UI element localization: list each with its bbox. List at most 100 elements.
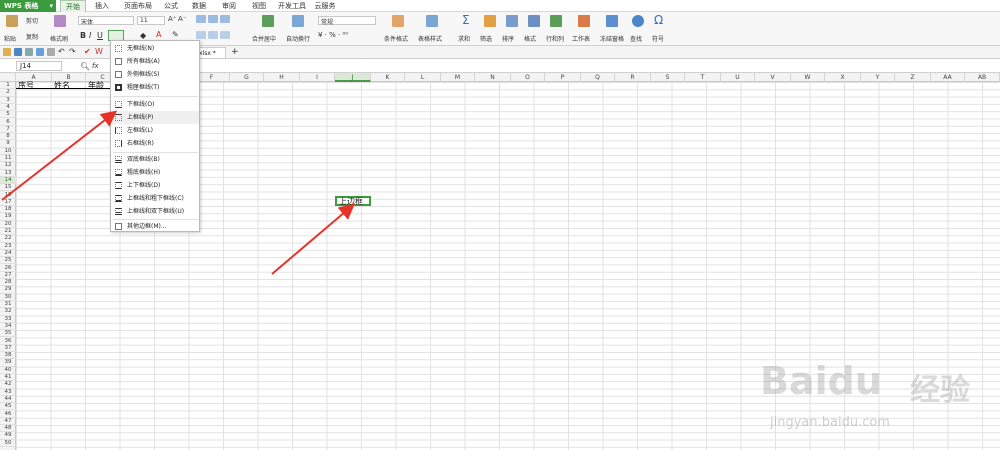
bold-button[interactable]: B — [80, 31, 86, 40]
cut-button[interactable]: 剪切 — [26, 16, 38, 25]
row-header[interactable]: 7 — [0, 126, 16, 134]
column-header[interactable]: U — [721, 73, 755, 82]
tab-view[interactable]: 视图 — [248, 0, 270, 12]
active-cell-j14[interactable]: 上边框 — [335, 196, 371, 206]
underline-button[interactable]: U — [97, 31, 103, 40]
menu-item-bottom-border[interactable]: 下框线(O) — [111, 98, 199, 111]
row-header[interactable]: 28 — [0, 279, 16, 287]
row-header[interactable]: 20 — [0, 221, 16, 228]
menu-item-outside-borders[interactable]: 外侧框线(S) — [111, 68, 199, 81]
font-color-icon[interactable]: A — [156, 30, 161, 39]
font-name-select[interactable]: 宋体 — [78, 16, 134, 26]
column-header-selected[interactable]: J — [335, 73, 371, 82]
column-header[interactable]: I — [300, 73, 335, 82]
row-header[interactable]: 13 — [0, 170, 16, 177]
sort-button[interactable]: 排序 — [502, 34, 514, 43]
row-header[interactable]: 1 — [0, 82, 16, 90]
row-header[interactable]: 29 — [0, 286, 16, 294]
row-header[interactable]: 6 — [0, 119, 16, 126]
menu-item-right-border[interactable]: 右框线(R) — [111, 137, 199, 150]
undo-icon[interactable]: ↶ — [58, 47, 65, 56]
menu-item-left-border[interactable]: 左框线(L) — [111, 124, 199, 137]
decrease-font-icon[interactable]: A⁻ — [178, 15, 186, 23]
column-header[interactable]: G — [230, 73, 264, 82]
document-tab[interactable]: xlsx * — [196, 47, 226, 59]
align-left-icon[interactable] — [196, 31, 206, 39]
worksheet-icon[interactable] — [578, 15, 590, 27]
row-header[interactable]: 9 — [0, 140, 16, 148]
name-box[interactable]: J14 — [16, 61, 62, 71]
menu-item-top-double-bottom-border[interactable]: 上框线和双下框线(U) — [111, 205, 199, 218]
paste-icon[interactable] — [6, 15, 18, 27]
align-right-icon[interactable] — [220, 31, 230, 39]
tab-developer[interactable]: 开发工具 — [276, 0, 308, 12]
column-header[interactable]: AA — [931, 73, 965, 82]
conditional-format-icon[interactable] — [392, 15, 404, 27]
fx-label[interactable]: fx — [92, 62, 99, 70]
row-header[interactable]: 24 — [0, 250, 16, 258]
wrap-text-button[interactable]: 自动换行 — [286, 34, 310, 43]
clear-format-icon[interactable]: ✎ — [172, 30, 179, 39]
row-header[interactable]: 30 — [0, 294, 16, 301]
column-header[interactable]: R — [615, 73, 651, 82]
row-header[interactable]: 41 — [0, 374, 16, 382]
row-header[interactable]: 22 — [0, 235, 16, 243]
merge-center-icon[interactable] — [262, 15, 274, 27]
align-top-icon[interactable] — [196, 15, 206, 23]
row-header[interactable]: 27 — [0, 272, 16, 280]
wps-icon[interactable]: W — [95, 47, 103, 56]
row-header[interactable]: 3 — [0, 97, 16, 104]
preview-icon[interactable] — [36, 48, 44, 56]
column-header[interactable]: T — [685, 73, 721, 82]
tab-home[interactable]: 开始 — [60, 0, 86, 12]
align-center-icon[interactable] — [208, 31, 218, 39]
format-painter-button[interactable]: 格式刷 — [50, 34, 68, 43]
row-header[interactable]: 50 — [0, 440, 16, 447]
row-header[interactable]: 12 — [0, 162, 16, 170]
column-header[interactable]: K — [371, 73, 405, 82]
row-col-button[interactable]: 行和列 — [546, 34, 564, 43]
row-header[interactable]: 46 — [0, 411, 16, 418]
column-header[interactable]: P — [545, 73, 581, 82]
column-header[interactable]: Z — [895, 73, 931, 82]
menu-item-thick-bottom-border[interactable]: 粗底框线(H) — [111, 166, 199, 179]
row-header-selected[interactable]: 14 — [0, 176, 16, 185]
tab-insert[interactable]: 插入 — [90, 0, 114, 12]
row-header[interactable]: 45 — [0, 403, 16, 411]
row-header[interactable]: 16 — [0, 192, 16, 199]
row-header[interactable]: 35 — [0, 330, 16, 338]
row-header[interactable]: 34 — [0, 323, 16, 331]
symbol-icon[interactable]: Ω — [654, 13, 663, 27]
row-header[interactable]: 38 — [0, 352, 16, 360]
increase-font-icon[interactable]: A⁺ — [168, 15, 176, 23]
sum-button[interactable]: 求和 — [458, 34, 470, 43]
sort-icon[interactable] — [506, 15, 518, 27]
row-header[interactable]: 8 — [0, 133, 16, 141]
column-header[interactable]: S — [651, 73, 685, 82]
sum-icon[interactable]: Σ — [462, 13, 470, 27]
column-header[interactable]: V — [755, 73, 791, 82]
filter-icon[interactable] — [484, 15, 496, 27]
new-tab-icon[interactable]: + — [231, 47, 239, 57]
row-header[interactable]: 25 — [0, 257, 16, 265]
row-header[interactable]: 11 — [0, 155, 16, 163]
tab-page-layout[interactable]: 页面布局 — [118, 0, 158, 12]
row-header[interactable]: 2 — [0, 89, 16, 97]
column-header[interactable]: Y — [861, 73, 895, 82]
format-painter-icon[interactable] — [54, 15, 66, 27]
menu-item-all-borders[interactable]: 所有框线(A) — [111, 55, 199, 68]
row-header[interactable]: 26 — [0, 265, 16, 272]
format-icon[interactable] — [528, 15, 540, 27]
align-bottom-icon[interactable] — [220, 15, 230, 23]
align-middle-icon[interactable] — [208, 15, 218, 23]
row-header[interactable]: 39 — [0, 359, 16, 367]
tab-formula[interactable]: 公式 — [160, 0, 182, 12]
find-button[interactable]: 查找 — [630, 34, 642, 43]
row-header[interactable]: 23 — [0, 243, 16, 250]
open-icon[interactable] — [3, 48, 11, 56]
table-style-button[interactable]: 表格样式 — [418, 34, 442, 43]
row-header[interactable]: 40 — [0, 367, 16, 374]
menu-item-top-thick-bottom-border[interactable]: 上框线和粗下框线(C) — [111, 192, 199, 205]
row-header[interactable]: 32 — [0, 308, 16, 316]
menu-item-top-border[interactable]: 上框线(P) — [111, 111, 199, 124]
